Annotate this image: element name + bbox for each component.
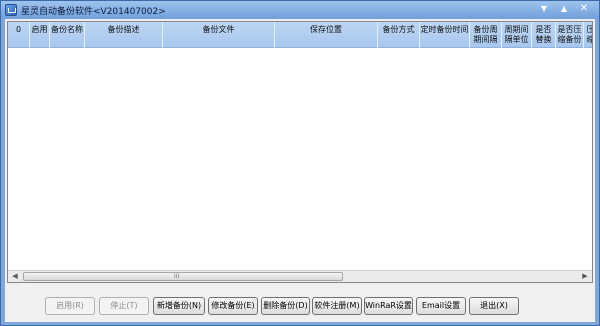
edit-backup-button[interactable]: 修改备份(E)	[208, 297, 258, 315]
close-icon[interactable]: ✕	[573, 2, 595, 16]
column-header-backup-name[interactable]: 备份名称	[50, 22, 85, 48]
email-settings-button[interactable]: Email设置	[416, 297, 466, 315]
column-header-save-location[interactable]: 保存位置	[275, 22, 378, 48]
column-header-compress-backup[interactable]: 是否压缩备份	[556, 22, 584, 48]
backup-task-grid[interactable]: 0 启用 备份名称 备份描述 备份文件 保存位置 备份方式 定时备份时间 备份周…	[7, 21, 593, 283]
column-header-compress[interactable]: 压缩	[584, 22, 593, 48]
maximize-icon[interactable]: ▲	[553, 2, 575, 16]
button-bar: 启用(R) 停止(T) 新增备份(N) 修改备份(E) 删除备份(D) 软件注册…	[5, 293, 595, 319]
column-header-index[interactable]: 0	[8, 22, 30, 48]
column-header-backup-file[interactable]: 备份文件	[163, 22, 275, 48]
column-header-backup-description[interactable]: 备份描述	[85, 22, 163, 48]
scrollbar-grip-icon: III	[174, 273, 180, 280]
grid-header: 0 启用 备份名称 备份描述 备份文件 保存位置 备份方式 定时备份时间 备份周…	[8, 22, 592, 48]
client-area: 0 启用 备份名称 备份描述 备份文件 保存位置 备份方式 定时备份时间 备份周…	[5, 19, 595, 322]
column-header-scheduled-time[interactable]: 定时备份时间	[420, 22, 470, 48]
horizontal-scrollbar[interactable]: ◀ III ▶	[8, 270, 592, 282]
register-software-button[interactable]: 软件注册(M)	[312, 297, 362, 315]
add-backup-button[interactable]: 新增备份(N)	[153, 297, 205, 315]
column-header-interval-unit[interactable]: 周期间隔单位	[502, 22, 532, 48]
delete-backup-button[interactable]: 删除备份(D)	[261, 297, 310, 315]
enable-button[interactable]: 启用(R)	[45, 297, 95, 315]
column-header-backup-interval[interactable]: 备份周期间隔	[470, 22, 502, 48]
scrollbar-thumb[interactable]: III	[23, 272, 343, 281]
minimize-icon[interactable]: ▼	[533, 2, 555, 16]
window-title: 星灵自动备份软件<V201407002>	[21, 7, 166, 17]
scroll-left-icon[interactable]: ◀	[8, 271, 22, 282]
exit-button[interactable]: 退出(X)	[469, 297, 519, 315]
app-window: 星灵自动备份软件<V201407002> ▼ ▲ ✕ 0 启用 备份名称 备份描…	[0, 0, 600, 326]
column-header-backup-method[interactable]: 备份方式	[378, 22, 420, 48]
stop-button[interactable]: 停止(T)	[99, 297, 149, 315]
column-header-replace[interactable]: 是否替换	[532, 22, 556, 48]
column-header-enabled[interactable]: 启用	[30, 22, 50, 48]
app-icon	[5, 4, 17, 16]
winrar-settings-button[interactable]: WinRaR设置	[364, 297, 413, 315]
scroll-right-icon[interactable]: ▶	[578, 271, 592, 282]
title-bar[interactable]: 星灵自动备份软件<V201407002> ▼ ▲ ✕	[1, 1, 599, 19]
